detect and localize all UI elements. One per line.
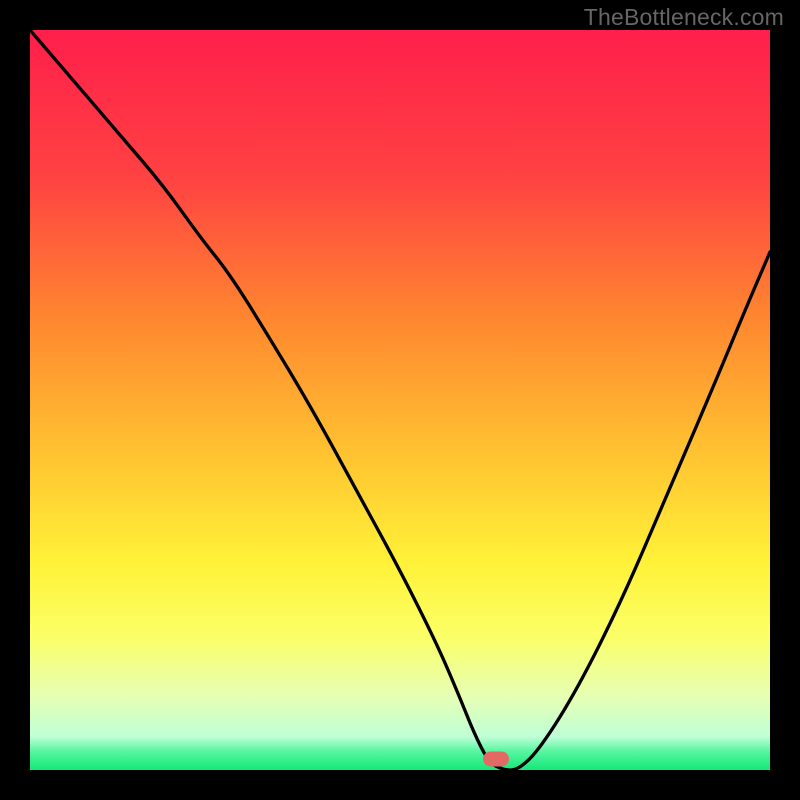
watermark-text: TheBottleneck.com — [584, 4, 784, 31]
optimal-marker — [483, 751, 509, 766]
chart-frame: TheBottleneck.com — [0, 0, 800, 800]
plot-area — [30, 30, 770, 770]
bottleneck-curve — [30, 30, 770, 770]
